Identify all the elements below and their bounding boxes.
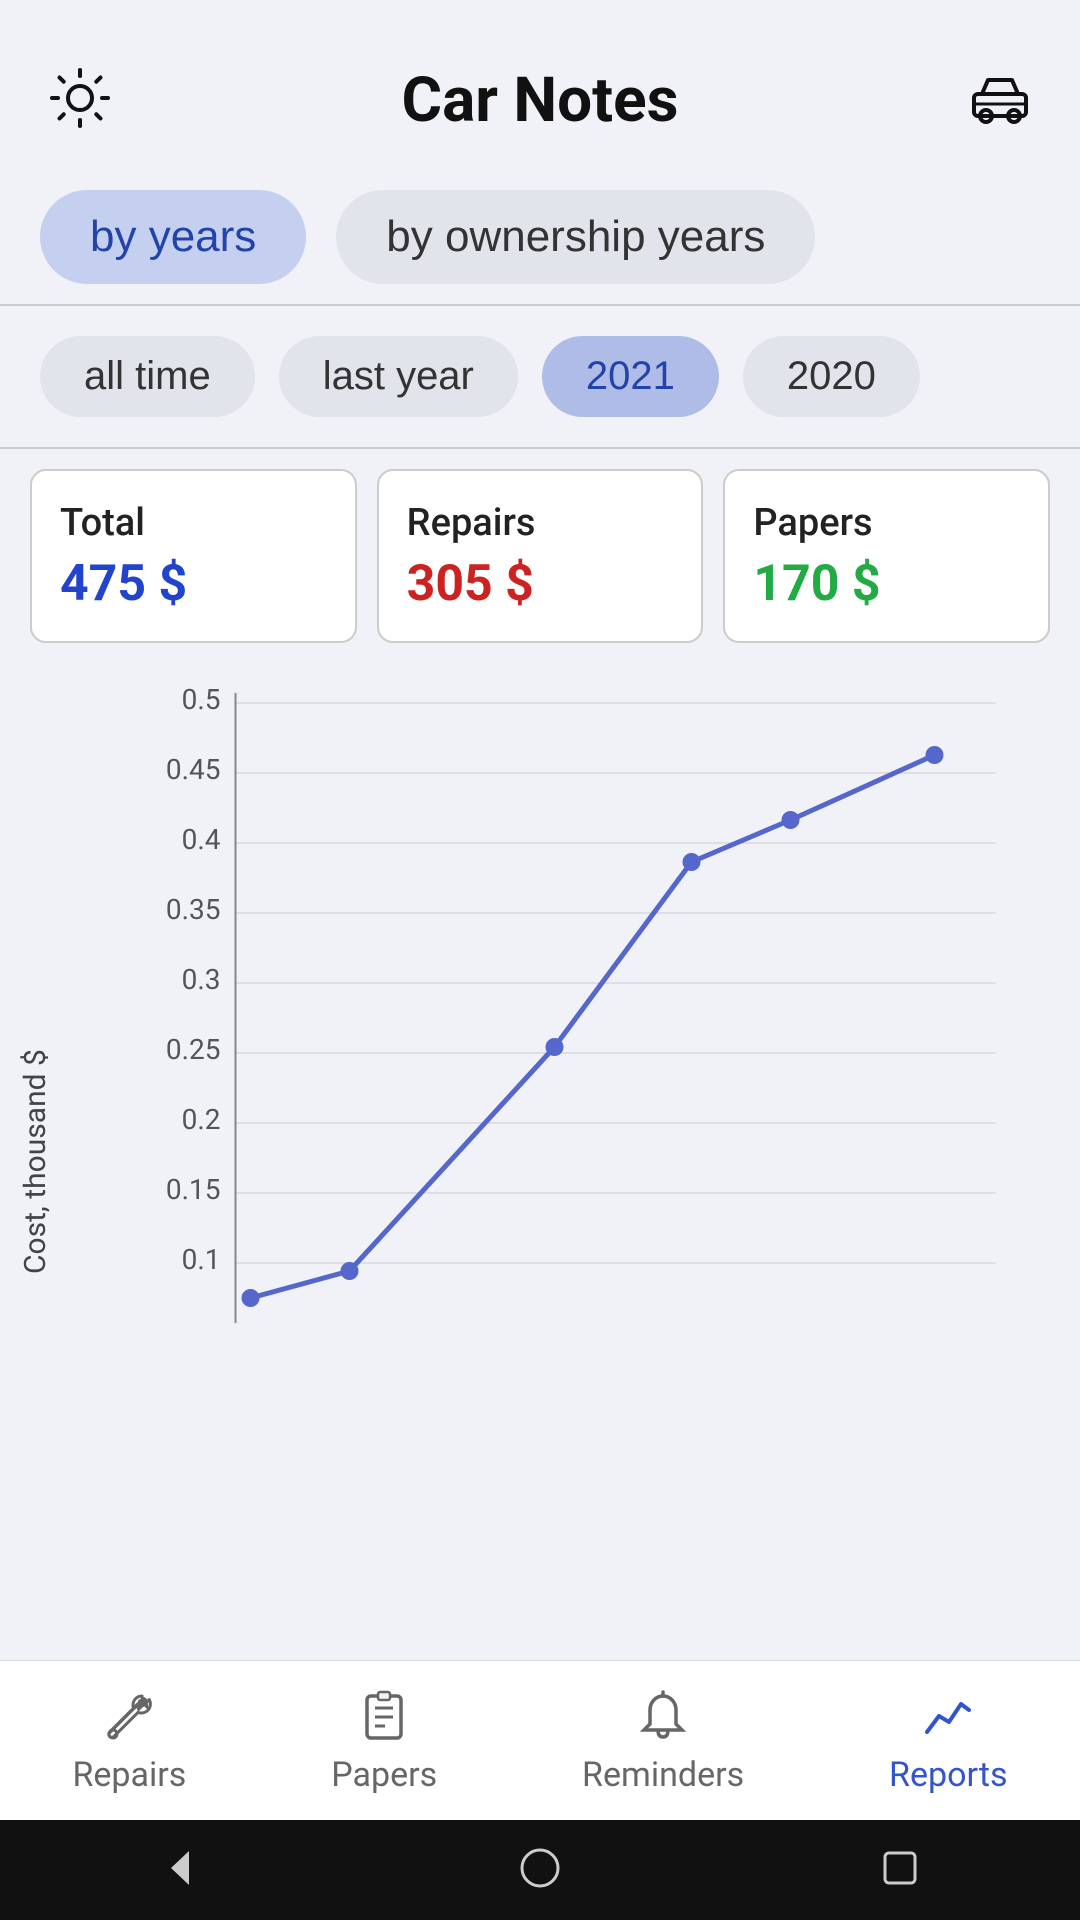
reports-icon [918,1687,978,1747]
back-button[interactable] [155,1843,205,1897]
data-point [546,1038,564,1056]
bottom-nav: Repairs Papers Reminders [0,1660,1080,1820]
filter-last-year[interactable]: last year [279,336,518,417]
cards-row: Total 475 $ Repairs 305 $ Papers 170 $ [0,449,1080,653]
filter-by-years[interactable]: by years [40,190,306,284]
data-point [242,1289,260,1307]
svg-text:0.1: 0.1 [182,1243,221,1276]
data-point [782,811,800,829]
filter-2021[interactable]: 2021 [542,336,719,417]
page-title: Car Notes [120,64,960,137]
svg-text:0.15: 0.15 [166,1173,221,1206]
android-nav-bar [0,1820,1080,1920]
nav-papers[interactable]: Papers [291,1677,477,1805]
svg-text:0.3: 0.3 [182,963,221,996]
filter-row-1: by years by ownership years [0,170,1080,304]
svg-text:0.4: 0.4 [182,823,221,856]
filter-2020[interactable]: 2020 [743,336,920,417]
filter-row-2: all time last year 2021 2020 [0,306,1080,447]
nav-papers-label: Papers [331,1755,437,1795]
total-value: 475 $ [60,555,327,613]
data-point [683,853,701,871]
filter-by-ownership-years[interactable]: by ownership years [336,190,815,284]
papers-icon [354,1687,414,1747]
nav-reminders[interactable]: Reminders [542,1677,784,1805]
recents-button[interactable] [875,1843,925,1897]
header: Car Notes [0,0,1080,170]
papers-label: Papers [753,501,1020,545]
svg-text:0.45: 0.45 [166,753,221,786]
settings-button[interactable] [40,60,120,140]
nav-reports[interactable]: Reports [849,1677,1048,1805]
repairs-label: Repairs [407,501,674,545]
chart-svg: 0.5 0.45 0.4 0.35 0.3 0.25 0.2 0.15 0.1 [61,683,1070,1640]
svg-text:0.2: 0.2 [182,1103,221,1136]
data-point [926,746,944,764]
car-icon [968,66,1032,134]
total-label: Total [60,501,327,545]
svg-text:0.35: 0.35 [166,893,221,926]
filter-all-time[interactable]: all time [40,336,255,417]
car-button[interactable] [960,60,1040,140]
gear-icon [48,66,112,134]
repairs-value: 305 $ [407,555,674,613]
nav-reports-label: Reports [889,1755,1008,1795]
chart-inner: 0.5 0.45 0.4 0.35 0.3 0.25 0.2 0.15 0.1 [61,683,1070,1640]
chart-line [251,755,935,1298]
nav-repairs[interactable]: Repairs [32,1677,226,1805]
nav-repairs-label: Repairs [72,1755,186,1795]
bell-icon [633,1687,693,1747]
repairs-card: Repairs 305 $ [377,469,704,643]
chart-area: Cost, thousand $ 0.5 0.45 0.4 0.35 0.3 0… [0,653,1080,1660]
svg-text:0.25: 0.25 [166,1033,221,1066]
total-card: Total 475 $ [30,469,357,643]
data-point [341,1262,359,1280]
svg-text:0.5: 0.5 [182,683,221,716]
wrench-icon [99,1687,159,1747]
papers-card: Papers 170 $ [723,469,1050,643]
papers-value: 170 $ [753,555,1020,613]
nav-reminders-label: Reminders [582,1755,744,1795]
chart-y-label: Cost, thousand $ [10,683,61,1640]
home-button[interactable] [515,1843,565,1897]
